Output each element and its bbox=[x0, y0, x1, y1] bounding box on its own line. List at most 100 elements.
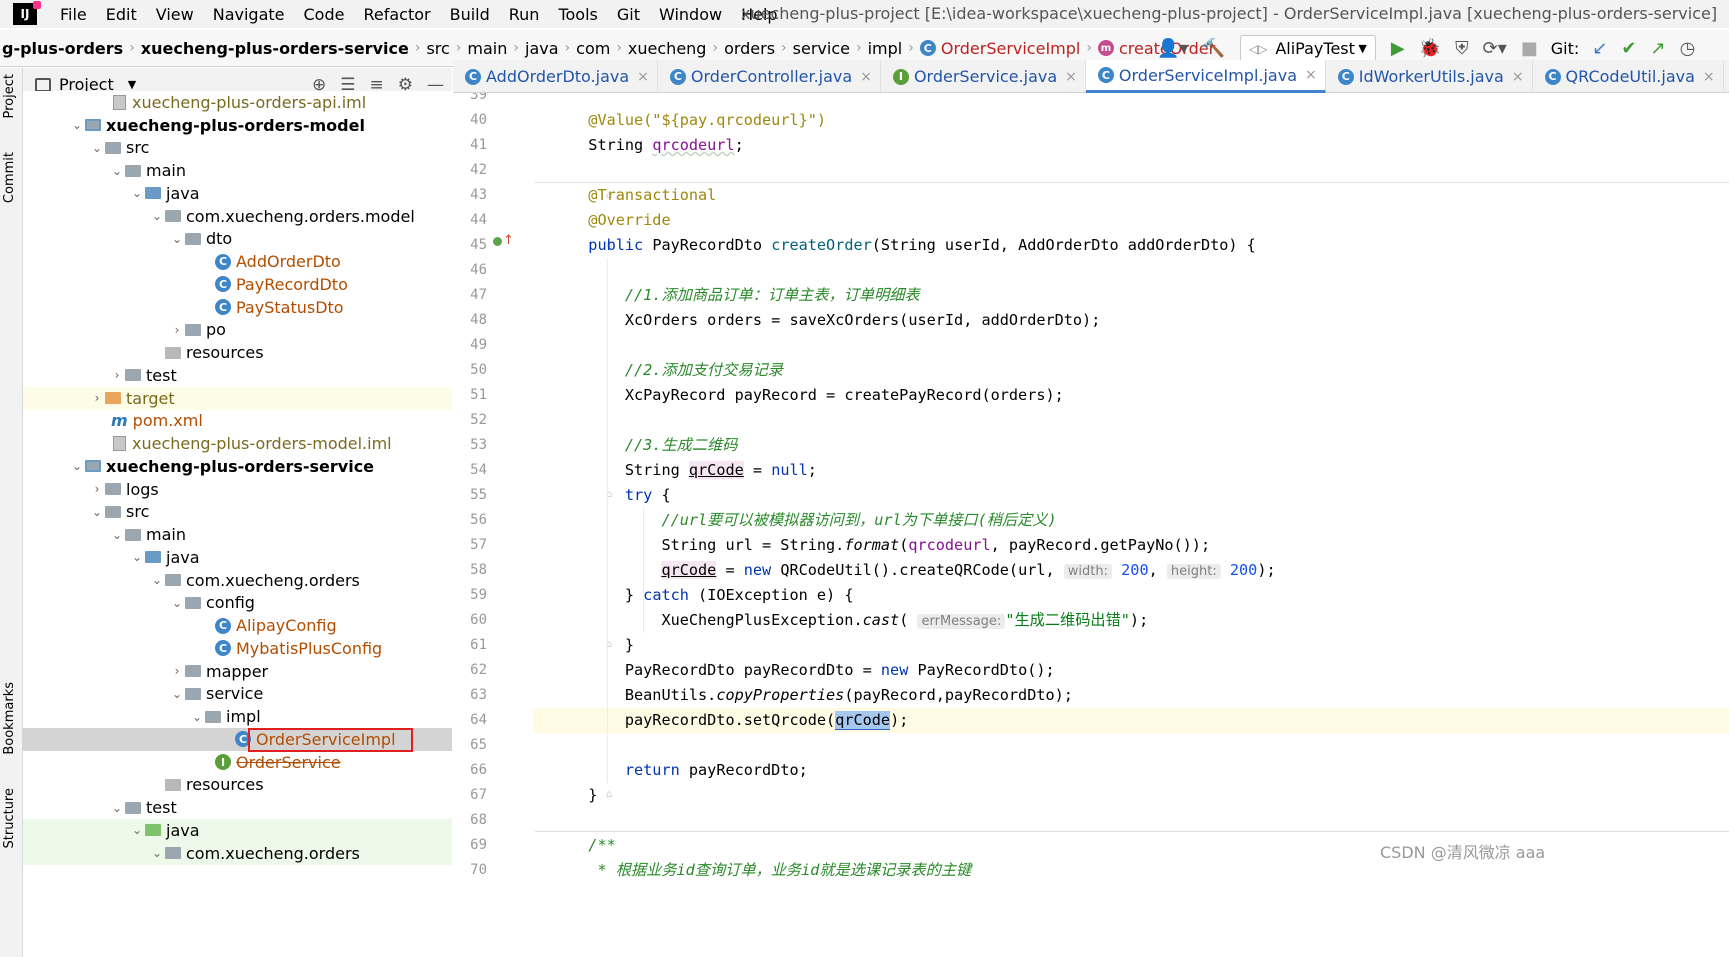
menu-run[interactable]: Run bbox=[500, 5, 550, 24]
close-icon[interactable]: × bbox=[1065, 69, 1077, 85]
chevron-down-icon[interactable]: ⌄ bbox=[129, 823, 145, 837]
menu-navigate[interactable]: Navigate bbox=[204, 5, 295, 24]
chevron-right-icon[interactable]: › bbox=[169, 664, 185, 678]
tree-item[interactable]: ⌄ src bbox=[23, 137, 452, 160]
chevron-down-icon[interactable]: ⌄ bbox=[129, 550, 145, 564]
tab-idworkerutils[interactable]: C IdWorkerUtils.java × bbox=[1326, 60, 1533, 93]
tree-item[interactable]: ⌄ main bbox=[23, 523, 452, 546]
tab-structure[interactable]: Structure bbox=[2, 788, 17, 848]
tree-item[interactable]: ⌄ xuecheng-plus-orders-service bbox=[23, 455, 452, 478]
breadcrumb-item[interactable]: orders bbox=[720, 39, 779, 58]
tree-item[interactable]: ⌄ config bbox=[23, 592, 452, 615]
close-icon[interactable]: × bbox=[1703, 69, 1715, 85]
tab-commit[interactable]: Commit bbox=[2, 152, 17, 203]
chevron-down-icon[interactable]: ⌄ bbox=[109, 801, 125, 815]
tree-item[interactable]: › test bbox=[23, 364, 452, 387]
tree-item[interactable]: C MybatisPlusConfig bbox=[23, 637, 452, 660]
code-editor[interactable]: 39 40 41 42 43 44 45 46 47 48 49 50 51 5… bbox=[453, 93, 1729, 957]
hammer-icon[interactable]: 🔨 bbox=[1202, 38, 1224, 59]
tab-project[interactable]: Project bbox=[2, 74, 17, 118]
code-area[interactable]: @Value("${pay.qrcodeurl}") String qrcode… bbox=[570, 93, 1729, 957]
tree-item[interactable]: resources bbox=[23, 774, 452, 797]
close-icon[interactable]: × bbox=[1305, 67, 1317, 83]
menu-view[interactable]: View bbox=[147, 5, 204, 24]
run-icon[interactable]: ▶ bbox=[1391, 38, 1405, 59]
chevron-down-icon[interactable]: ⌄ bbox=[149, 846, 165, 860]
breadcrumb-item[interactable]: java bbox=[521, 39, 563, 58]
tree-item[interactable]: › logs bbox=[23, 478, 452, 501]
git-push-icon[interactable]: ↗ bbox=[1650, 38, 1665, 59]
intellij-logo-icon[interactable]: IJ bbox=[13, 1, 41, 25]
tree-item[interactable]: C PayRecordDto bbox=[23, 273, 452, 296]
tab-addorderdto[interactable]: C AddOrderDto.java × bbox=[453, 60, 658, 93]
tree-item[interactable]: C PayStatusDto bbox=[23, 296, 452, 319]
menu-build[interactable]: Build bbox=[441, 5, 500, 24]
menu-file[interactable]: File bbox=[51, 5, 97, 24]
tree-item[interactable]: ⌄ java bbox=[23, 182, 452, 205]
chevron-down-icon[interactable]: ⌄ bbox=[169, 596, 185, 610]
override-arrow-icon[interactable]: ↑ bbox=[503, 233, 514, 248]
menu-code[interactable]: Code bbox=[295, 5, 355, 24]
tree-item[interactable]: xuecheng-plus-orders-api.iml bbox=[23, 91, 452, 114]
close-icon[interactable]: × bbox=[637, 69, 649, 85]
tree-item[interactable]: I OrderService bbox=[23, 751, 452, 774]
tree-item[interactable]: ⌄ src bbox=[23, 501, 452, 524]
tree-item[interactable]: xuecheng-plus-orders-model.iml bbox=[23, 432, 452, 455]
chevron-right-icon[interactable]: › bbox=[169, 323, 185, 337]
tree-item[interactable]: ⌄ main bbox=[23, 159, 452, 182]
git-commit-icon[interactable]: ✔ bbox=[1621, 38, 1636, 59]
chevron-down-icon[interactable]: ⌄ bbox=[69, 459, 85, 473]
chevron-down-icon[interactable]: ⌄ bbox=[109, 528, 125, 542]
tree-item[interactable]: ⌄ dto bbox=[23, 228, 452, 251]
chevron-down-icon[interactable]: ⌄ bbox=[129, 186, 145, 200]
breadcrumb-item[interactable]: main bbox=[463, 39, 511, 58]
tab-orderserviceimpl[interactable]: C OrderServiceImpl.java × bbox=[1085, 60, 1326, 93]
tree-item[interactable]: › mapper bbox=[23, 660, 452, 683]
tree-item[interactable]: › po bbox=[23, 319, 452, 342]
breadcrumb-item[interactable]: C OrderServiceImpl bbox=[916, 39, 1085, 58]
tree-item[interactable]: ⌄ java bbox=[23, 819, 452, 842]
tree-item-selected[interactable]: C OrderServiceImpl bbox=[23, 728, 452, 752]
profile-icon[interactable]: ⟳▾ bbox=[1483, 38, 1507, 59]
tree-item[interactable]: ⌄ com.xuecheng.orders bbox=[23, 569, 452, 592]
tree-item[interactable]: ⌄ test bbox=[23, 796, 452, 819]
breadcrumb-item[interactable]: service bbox=[789, 39, 854, 58]
breadcrumb-item[interactable]: src bbox=[422, 39, 453, 58]
user-icon[interactable]: 👤▾ bbox=[1157, 38, 1188, 59]
breadcrumb-item[interactable]: impl bbox=[864, 39, 907, 58]
tree-item[interactable]: m pom.xml bbox=[23, 410, 452, 433]
chevron-right-icon[interactable]: › bbox=[89, 391, 105, 405]
tree-item[interactable]: resources bbox=[23, 341, 452, 364]
chevron-down-icon[interactable]: ⌄ bbox=[189, 710, 205, 724]
chevron-down-icon[interactable]: ⌄ bbox=[109, 164, 125, 178]
chevron-down-icon[interactable]: ⌄ bbox=[149, 209, 165, 223]
chevron-down-icon[interactable]: ⌄ bbox=[69, 118, 85, 132]
breadcrumb-item[interactable]: g-plus-orders bbox=[0, 39, 127, 58]
git-update-icon[interactable]: ↙ bbox=[1592, 38, 1607, 59]
git-history-icon[interactable]: ◷ bbox=[1680, 38, 1696, 59]
breadcrumb-item[interactable]: com bbox=[572, 39, 614, 58]
chevron-down-icon[interactable]: ⌄ bbox=[149, 573, 165, 587]
chevron-down-icon[interactable]: ⌄ bbox=[89, 141, 105, 155]
chevron-right-icon[interactable]: › bbox=[109, 368, 125, 382]
menu-git[interactable]: Git bbox=[608, 5, 650, 24]
run-configuration-select[interactable]: ◁▷ AliPayTest ▼ bbox=[1239, 34, 1376, 63]
chevron-down-icon[interactable]: ⌄ bbox=[169, 687, 185, 701]
chevron-down-icon[interactable]: ⌄ bbox=[169, 232, 185, 246]
menu-edit[interactable]: Edit bbox=[97, 5, 147, 24]
stop-icon[interactable]: ■ bbox=[1521, 38, 1538, 59]
tab-qrcodeutil[interactable]: C QRCodeUtil.java × bbox=[1533, 60, 1724, 93]
chevron-down-icon[interactable]: ⌄ bbox=[89, 505, 105, 519]
chevron-right-icon[interactable]: › bbox=[89, 482, 105, 496]
breadcrumb-item[interactable]: xuecheng bbox=[624, 39, 711, 58]
tab-bookmarks[interactable]: Bookmarks bbox=[2, 682, 17, 755]
breadcrumb-item[interactable]: xuecheng-plus-orders-service bbox=[137, 39, 413, 58]
tab-ordercontroller[interactable]: C OrderController.java × bbox=[658, 60, 881, 93]
debug-icon[interactable]: 🐞 bbox=[1419, 38, 1441, 59]
tree-item[interactable]: ⌄ com.xuecheng.orders.model bbox=[23, 205, 452, 228]
tree-item[interactable]: ⌄ xuecheng-plus-orders-model bbox=[23, 114, 452, 137]
menu-window[interactable]: Window bbox=[650, 5, 732, 24]
close-icon[interactable]: × bbox=[860, 69, 872, 85]
close-icon[interactable]: × bbox=[1512, 69, 1524, 85]
menu-refactor[interactable]: Refactor bbox=[354, 5, 440, 24]
